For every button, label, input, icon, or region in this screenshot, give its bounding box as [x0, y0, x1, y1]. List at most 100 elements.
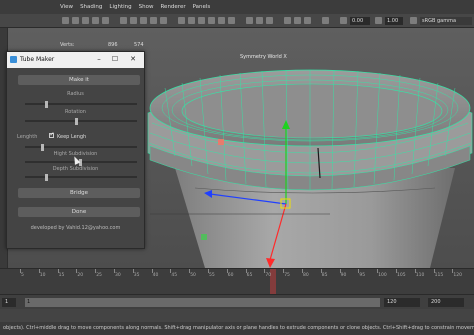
- panel-toolbar: 0.00 1.00 sRGB gamma: [0, 14, 474, 28]
- playback-end-field[interactable]: 120: [384, 298, 420, 307]
- minimize-icon[interactable]: –: [93, 54, 105, 65]
- timeline-tick-label: 105: [397, 273, 406, 278]
- timeline-tick-label: 35: [133, 273, 140, 278]
- isolate-select-icon[interactable]: [322, 17, 329, 24]
- panel-menu: View Shading Lighting Show Renderer Pane…: [60, 1, 210, 13]
- bookmark-icon[interactable]: [92, 17, 99, 24]
- xray-components-icon[interactable]: [266, 17, 273, 24]
- timeline-tick-label: 110: [415, 273, 425, 278]
- gamma-field[interactable]: 1.00: [385, 17, 403, 25]
- shadows-icon[interactable]: [228, 17, 235, 24]
- timeline-tick-label: 25: [96, 273, 102, 278]
- view-transform-field[interactable]: sRGB gamma: [420, 17, 472, 25]
- wireframe-on-shaded-icon[interactable]: [198, 17, 205, 24]
- antialiasing-icon[interactable]: [294, 17, 301, 24]
- select-camera-icon[interactable]: [72, 17, 79, 24]
- timeline-tick-label: 70: [265, 273, 272, 278]
- maximize-icon[interactable]: ☐: [109, 54, 121, 65]
- timeline-tick-label: 115: [434, 273, 444, 278]
- length-slider-handle[interactable]: [41, 143, 44, 151]
- timeline-tick-label: 30: [115, 273, 121, 278]
- menu-lighting[interactable]: Lighting: [109, 1, 131, 13]
- xray-joints-icon[interactable]: [256, 17, 263, 24]
- timeline-tick-label: 55: [209, 273, 215, 278]
- timeline-tick-label: 100: [378, 273, 387, 278]
- range-start-inner: 1: [27, 299, 31, 305]
- gamma-icon[interactable]: [375, 17, 382, 24]
- field-chart-icon[interactable]: [160, 17, 167, 24]
- app-icon: [10, 56, 17, 63]
- timeline-tick-label: 75: [284, 273, 290, 278]
- radius-slider-handle[interactable]: [45, 100, 48, 108]
- move-plane-handle: [218, 139, 224, 145]
- timeline-tick-label: 20: [77, 273, 84, 278]
- menu-show[interactable]: Show: [139, 1, 154, 13]
- radius-slider[interactable]: [25, 100, 137, 108]
- timeline-tick-label: 80: [303, 273, 309, 278]
- menu-renderer[interactable]: Renderer: [160, 1, 185, 13]
- gate-mask-icon[interactable]: [150, 17, 157, 24]
- lock-camera-icon[interactable]: [82, 17, 89, 24]
- use-lights-icon[interactable]: [218, 17, 225, 24]
- rotation-slider-handle[interactable]: [75, 117, 78, 125]
- start-time-field[interactable]: 1: [2, 298, 16, 307]
- timeline-tick-label: 40: [152, 273, 159, 278]
- height-subdivision-slider[interactable]: [25, 158, 137, 166]
- rotation-label: Rotation: [65, 109, 86, 115]
- help-line: objects). Ctrl+middle drag to move compo…: [0, 322, 474, 335]
- ambient-occlusion-icon[interactable]: [284, 17, 291, 24]
- menu-view[interactable]: View: [60, 1, 73, 13]
- dialog-title: Tube Maker: [20, 56, 55, 63]
- time-slider[interactable]: 5 10 15 20 25 30 35 40 45 50 55 60 65 70 75 80 85 90 95 100…: [0, 268, 474, 295]
- exposure-icon[interactable]: [340, 17, 347, 24]
- camera-icon[interactable]: [62, 17, 69, 24]
- depth-subdivision-slider[interactable]: [25, 173, 137, 181]
- top-toolbar: View Shading Lighting Show Renderer Pane…: [0, 0, 474, 28]
- maya-window: { "menu": { "items": ["View", "Shading",…: [0, 0, 474, 335]
- done-button[interactable]: Done: [18, 207, 140, 217]
- textured-icon[interactable]: [208, 17, 215, 24]
- smooth-shade-icon[interactable]: [188, 17, 195, 24]
- heads-up-display-stats: Verts: 896 574: [60, 42, 144, 48]
- end-time-field[interactable]: 200: [428, 298, 464, 307]
- timeline-tick-label: 60: [227, 273, 234, 278]
- timeline-tick-label: 15: [58, 273, 65, 278]
- bridge-button[interactable]: Bridge: [18, 188, 140, 198]
- timeline-tick-label: 50: [190, 273, 196, 278]
- grid-icon[interactable]: [120, 17, 127, 24]
- timeline-tick-label: 65: [246, 273, 253, 278]
- playback-range-slider[interactable]: 1: [25, 298, 380, 307]
- depth-subdivision-slider-handle[interactable]: [45, 173, 48, 181]
- depth-of-field-icon[interactable]: [304, 17, 311, 24]
- stats-value-2: 574: [134, 42, 144, 48]
- depth-subdivision-label: Depth Subdivision: [52, 166, 99, 172]
- wireframe-icon[interactable]: [178, 17, 185, 24]
- radius-label: Radius: [67, 91, 84, 97]
- close-icon[interactable]: ✕: [127, 54, 139, 65]
- image-plane-icon[interactable]: [102, 17, 109, 24]
- film-gate-icon[interactable]: [130, 17, 137, 24]
- timeline-tick-label: 120: [453, 273, 462, 278]
- timeline-tick-label: 85: [321, 273, 328, 278]
- command-line[interactable]: [0, 309, 474, 322]
- keep-length-label: Keep Lengh: [57, 134, 87, 140]
- menu-panels[interactable]: Panels: [193, 1, 211, 13]
- make-it-button[interactable]: Make it: [18, 75, 140, 85]
- timeline-tick-label: 5: [21, 273, 24, 278]
- rotation-slider[interactable]: [25, 117, 137, 125]
- timeline-tick-label: 95: [359, 273, 366, 278]
- panel-menubar: View Shading Lighting Show Renderer Pane…: [0, 0, 474, 14]
- length-label: Lenghth: [17, 134, 38, 140]
- viewport-symmetry-label: Symmetry World X: [240, 54, 287, 60]
- xray-icon[interactable]: [246, 17, 253, 24]
- menu-shading[interactable]: Shading: [80, 1, 102, 13]
- timeline-tick-label: 90: [340, 273, 347, 278]
- stats-value-1: 896: [108, 42, 118, 48]
- keep-length-checkbox[interactable]: [49, 131, 55, 138]
- exposure-field[interactable]: 0.00: [350, 17, 370, 25]
- developer-credit: developed by Vahid.12@yahoo.com: [30, 225, 121, 231]
- length-slider[interactable]: [25, 143, 137, 151]
- color-management-icon[interactable]: [410, 17, 417, 24]
- dialog-titlebar[interactable]: Tube Maker – ☐ ✕: [7, 52, 144, 68]
- resolution-gate-icon[interactable]: [140, 17, 147, 24]
